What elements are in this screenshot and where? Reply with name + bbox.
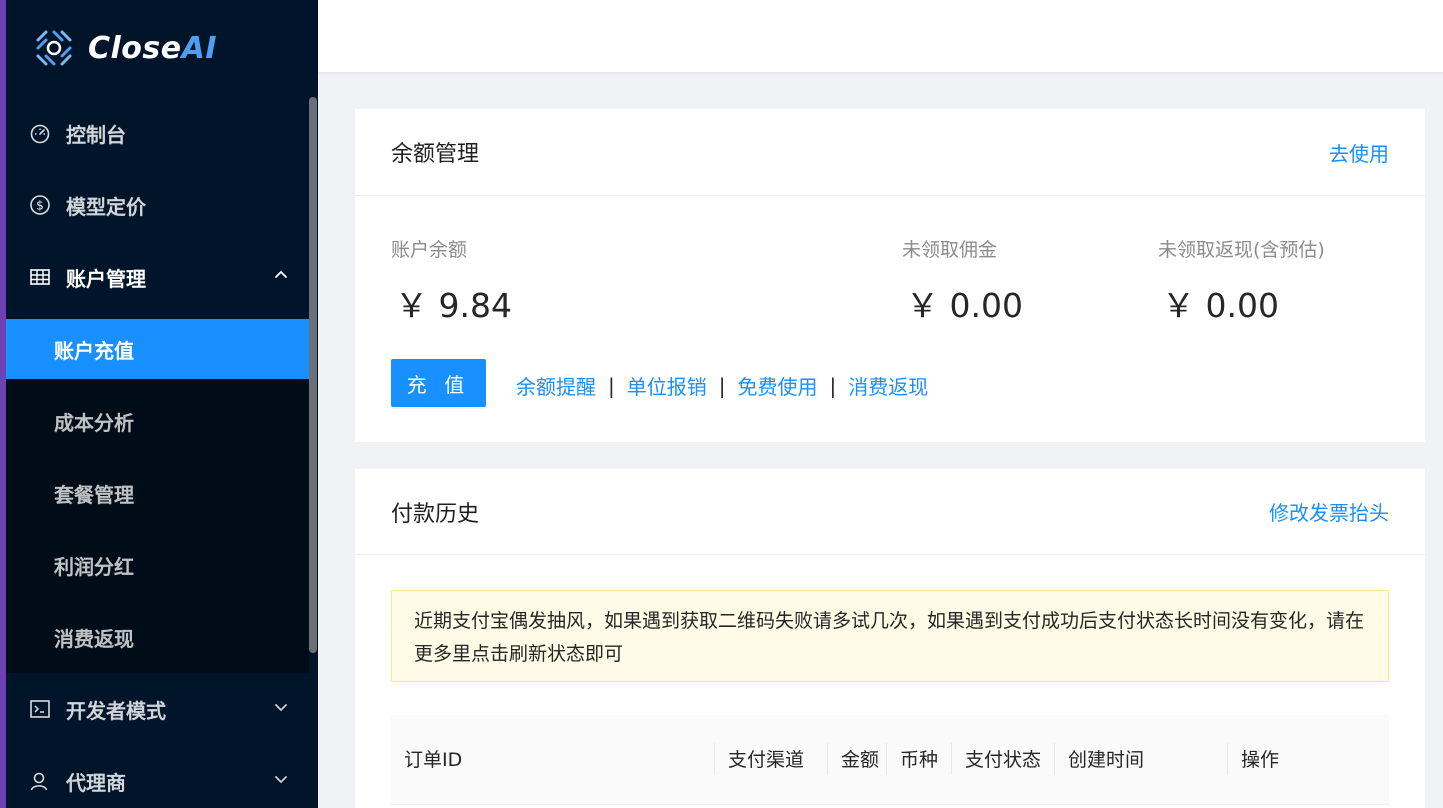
consumption-cashback-link[interactable]: 消费返现 (848, 371, 928, 400)
sidebar: CloseAI 控制台 $ 模型定价 账户管理 账户充值 成本分析 套餐管理 利… (6, 0, 318, 808)
card-header: 余额管理 去使用 (355, 109, 1425, 196)
user-icon (29, 770, 51, 792)
account-balance-value: ￥ 9.84 (395, 286, 512, 325)
sidebar-item-account-recharge[interactable]: 账户充值 (6, 319, 309, 379)
go-use-link[interactable]: 去使用 (1329, 138, 1389, 167)
edit-invoice-title-link[interactable]: 修改发票抬头 (1269, 497, 1389, 526)
free-use-link[interactable]: 免费使用 (738, 371, 818, 400)
sidebar-item-developer-mode[interactable]: 开发者模式 (6, 673, 309, 745)
payment-history-card: 付款历史 修改发票抬头 近期支付宝偶发抽风，如果遇到获取二维码失败请多试几次，如… (355, 469, 1425, 808)
sidebar-item-plan-management[interactable]: 套餐管理 (6, 457, 309, 529)
sidebar-item-consumption-cashback[interactable]: 消费返现 (6, 601, 309, 673)
unclaimed-cashback-value: ￥ 0.00 (1162, 286, 1279, 325)
chevron-up-icon (275, 270, 287, 278)
column-header-payment-status[interactable]: 支付状态 (952, 715, 1055, 805)
unclaimed-commission-label: 未领取佣金 (902, 239, 998, 261)
dashboard-icon (29, 122, 51, 144)
sidebar-item-label: 账户管理 (66, 266, 146, 291)
unclaimed-commission-value: ￥ 0.00 (906, 286, 1023, 325)
card-title: 付款历史 (391, 501, 480, 527)
sidebar-item-label: 开发者模式 (66, 698, 166, 723)
sidebar-item-account-management[interactable]: 账户管理 (6, 241, 309, 313)
sidebar-menu: 控制台 $ 模型定价 账户管理 账户充值 成本分析 套餐管理 利润分红 消费返现 (6, 97, 309, 808)
sidebar-item-cost-analysis[interactable]: 成本分析 (6, 385, 309, 457)
link-separator: | (829, 373, 837, 398)
sidebar-scrollbar[interactable] (309, 97, 317, 653)
code-icon (29, 698, 51, 720)
link-separator: | (718, 373, 726, 398)
column-header-actions[interactable]: 操作 (1228, 715, 1389, 805)
sidebar-item-label: 控制台 (66, 122, 126, 147)
column-header-amount[interactable]: 金额 (828, 715, 887, 805)
dollar-circle-icon: $ (29, 194, 51, 216)
sidebar-item-agent[interactable]: 代理商 (6, 745, 309, 808)
logo[interactable]: CloseAI (32, 24, 217, 72)
chevron-down-icon (275, 776, 287, 784)
chevron-down-icon (275, 704, 287, 712)
sidebar-item-label: 代理商 (66, 770, 126, 795)
recharge-button[interactable]: 充 值 (391, 359, 486, 407)
account-balance-label: 账户余额 (391, 239, 468, 261)
link-separator: | (608, 373, 615, 398)
card-header: 付款历史 修改发票抬头 (355, 469, 1425, 555)
column-header-created-time[interactable]: 创建时间 (1055, 715, 1228, 805)
column-header-order-id[interactable]: 订单ID (391, 715, 715, 805)
top-header (318, 0, 1443, 72)
sidebar-item-model-pricing[interactable]: $ 模型定价 (6, 169, 309, 241)
column-header-currency[interactable]: 币种 (887, 715, 952, 805)
alipay-notice: 近期支付宝偶发抽风，如果遇到获取二维码失败请多试几次，如果遇到支付成功后支付状态… (391, 590, 1389, 682)
sidebar-item-dashboard[interactable]: 控制台 (6, 97, 309, 169)
account-submenu: 账户充值 成本分析 套餐管理 利润分红 消费返现 (6, 319, 309, 673)
logo-icon (36, 30, 72, 66)
brand-name: CloseAI (88, 30, 218, 66)
card-title: 余额管理 (391, 142, 480, 167)
balance-links: 余额提醒 | 单位报销 | 免费使用 | 消费返现 (516, 371, 928, 400)
table-icon (29, 266, 51, 288)
sidebar-item-label: 模型定价 (66, 194, 146, 219)
balance-reminder-link[interactable]: 余额提醒 (516, 371, 596, 400)
svg-text:$: $ (36, 199, 44, 213)
table-header: 订单ID 支付渠道 金额 币种 支付状态 创建时间 操作 (391, 715, 1389, 805)
balance-card: 余额管理 去使用 账户余额 ￥ 9.84 未领取佣金 ￥ 0.00 未领取返现(… (355, 109, 1425, 442)
unclaimed-cashback-label: 未领取返现(含预估) (1158, 239, 1325, 261)
company-reimbursement-link[interactable]: 单位报销 (627, 371, 707, 400)
column-header-payment-channel[interactable]: 支付渠道 (715, 715, 828, 805)
sidebar-item-profit-dividend[interactable]: 利润分红 (6, 529, 309, 601)
